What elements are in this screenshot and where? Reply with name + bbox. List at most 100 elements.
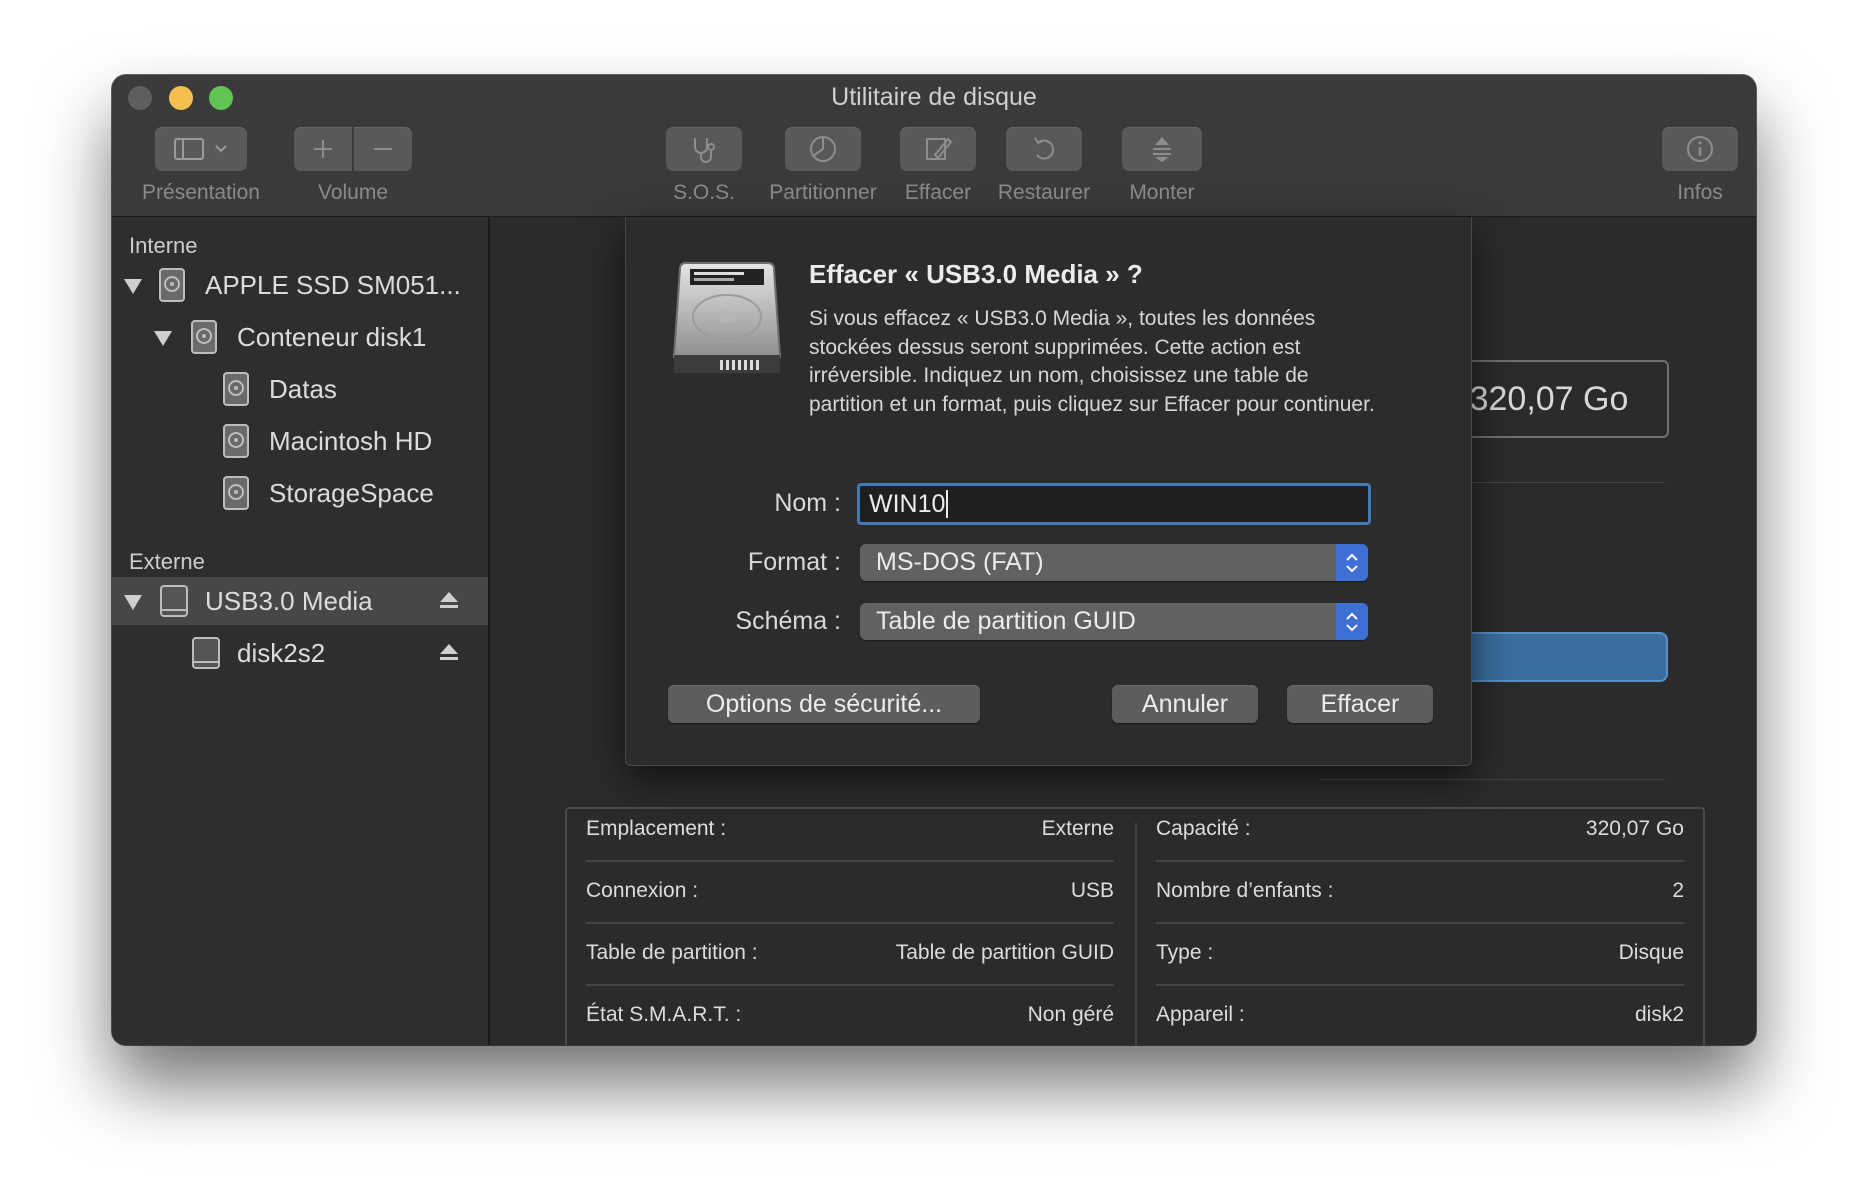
sidebar-item-label: APPLE SSD SM051... [205, 269, 461, 300]
disclosure-triangle-icon[interactable] [154, 331, 172, 346]
partition-button[interactable] [785, 127, 861, 171]
info-label: Capacité : [1156, 817, 1251, 840]
add-volume-button[interactable] [294, 127, 354, 171]
restore-label: Restaurer [997, 181, 1091, 204]
info-icon [1687, 136, 1713, 162]
scheme-popup[interactable]: Table de partition GUID [860, 603, 1368, 640]
restore-control: Restaurer [996, 127, 1092, 205]
mount-label: Monter [1129, 181, 1195, 204]
sidebar-section-external: Externe [129, 549, 205, 574]
text-caret [946, 490, 949, 518]
scheme-popup-value: Table de partition GUID [876, 607, 1136, 635]
container-icon [191, 320, 217, 354]
internal-disk-icon [159, 268, 185, 302]
volume-icon [223, 372, 249, 406]
sidebar-item-label: disk2s2 [237, 637, 326, 668]
window-title: Utilitaire de disque [831, 83, 1037, 111]
info-label: État S.M.A.R.T. : [586, 1003, 742, 1026]
pie-partition-icon [810, 136, 836, 162]
first-aid-control: S.O.S. [666, 127, 742, 205]
erase-button[interactable]: Effacer [1287, 685, 1433, 723]
format-popup[interactable]: MS-DOS (FAT) [860, 544, 1368, 581]
disclosure-triangle-icon[interactable] [124, 279, 142, 294]
restore-arrow-icon [1034, 137, 1055, 160]
partition-control: Partitionner [762, 127, 884, 205]
format-popup-value: MS-DOS (FAT) [876, 548, 1044, 576]
erase-dialog: Effacer « USB3.0 Media » ? Si vous effac… [625, 217, 1472, 766]
eject-icon[interactable] [438, 589, 460, 611]
info-control: Infos [1662, 127, 1738, 205]
info-row-location: Emplacement : Externe [586, 798, 1114, 862]
name-input-value: WIN10 [869, 489, 946, 518]
sidebar-section-internal: Interne [129, 233, 198, 258]
info-row-device: Appareil : disk2 [1156, 984, 1684, 1045]
info-label: Connexion : [586, 879, 699, 902]
plus-icon [314, 140, 333, 158]
sidebar-item-apple-ssd[interactable]: APPLE SSD SM051... [112, 261, 488, 309]
sidebar-item-storagespace[interactable]: StorageSpace [112, 469, 488, 517]
dialog-message: Si vous effacez « USB3.0 Media », toutes… [809, 307, 1375, 416]
hard-drive-icon [672, 262, 782, 373]
info-value: Non géré [1027, 1003, 1114, 1026]
eject-icon[interactable] [438, 641, 460, 663]
info-value: disk2 [1634, 1003, 1684, 1026]
info-label: Table de partition : [586, 941, 758, 964]
erase-control: Effacer [900, 127, 976, 205]
volume-control: Volume [294, 127, 412, 205]
restore-button[interactable] [1006, 127, 1082, 171]
erase-button-toolbar[interactable] [900, 127, 976, 171]
scheme-label: Schéma : [735, 607, 841, 635]
volume-label: Volume [317, 181, 389, 204]
sidebar-item-label: Datas [269, 373, 337, 404]
partition-label: Partitionner [769, 181, 877, 204]
name-input[interactable]: WIN10 [857, 483, 1371, 525]
up-down-arrows-icon [1336, 544, 1368, 581]
cancel-button[interactable]: Annuler [1112, 685, 1258, 723]
info-row-smart-status: État S.M.A.R.T. : Non géré [586, 984, 1114, 1045]
presentation-button[interactable] [155, 127, 247, 171]
info-value: 320,07 Go [1585, 817, 1684, 840]
sidebar-toggle-icon [174, 138, 227, 160]
mount-icon [1153, 137, 1171, 162]
info-value: Table de partition GUID [895, 941, 1114, 964]
external-disk-icon [160, 585, 188, 617]
sidebar-item-label: USB3.0 Media [205, 585, 373, 616]
remove-volume-button[interactable] [353, 127, 412, 171]
up-down-arrows-icon [1336, 603, 1368, 640]
sidebar-item-container-disk1[interactable]: Conteneur disk1 [112, 313, 488, 361]
info-value: USB [1070, 879, 1114, 902]
first-aid-label: S.O.S. [673, 181, 735, 204]
info-value: Externe [1041, 817, 1114, 840]
dialog-title: Effacer « USB3.0 Media » ? [809, 259, 1143, 289]
info-row-partition-table: Table de partition : Table de partition … [586, 922, 1114, 986]
presentation-control: Présentation [122, 127, 280, 205]
first-aid-button[interactable] [666, 127, 742, 171]
erase-label: Effacer [904, 181, 972, 204]
info-label: Type : [1156, 941, 1214, 964]
stethoscope-icon [694, 138, 715, 163]
sidebar-item-disk2s2[interactable]: disk2s2 [112, 629, 488, 677]
disk-utility-window: Utilitaire de disque Présentation Volume… [112, 75, 1756, 1045]
sidebar-item-macintosh-hd[interactable]: Macintosh HD [112, 417, 488, 465]
info-row-children: Nombre d’enfants : 2 [1156, 860, 1684, 924]
mount-button[interactable] [1122, 127, 1202, 171]
sidebar-item-label: StorageSpace [269, 477, 434, 508]
sidebar-item-usb3-media[interactable]: USB3.0 Media [112, 577, 488, 625]
sidebar-item-datas[interactable]: Datas [112, 365, 488, 413]
security-options-button[interactable]: Options de sécurité... [668, 685, 980, 723]
disk-info-table: Emplacement : Externe Connexion : USB Ta… [565, 807, 1705, 1045]
info-button[interactable] [1662, 127, 1738, 171]
info-label: Appareil : [1156, 1003, 1245, 1026]
format-label: Format : [747, 548, 841, 576]
pencil-erase-icon [926, 137, 953, 160]
info-label: Infos [1677, 181, 1723, 204]
disclosure-triangle-icon[interactable] [124, 595, 142, 610]
info-row-connection: Connexion : USB [586, 860, 1114, 924]
info-label: Nombre d’enfants : [1156, 879, 1334, 902]
sidebar-item-label: Macintosh HD [269, 425, 433, 456]
volume-icon [223, 424, 249, 458]
info-row-type: Type : Disque [1156, 922, 1684, 986]
name-label: Nom : [774, 489, 841, 517]
minus-icon [373, 148, 392, 150]
info-value: Disque [1618, 941, 1684, 964]
